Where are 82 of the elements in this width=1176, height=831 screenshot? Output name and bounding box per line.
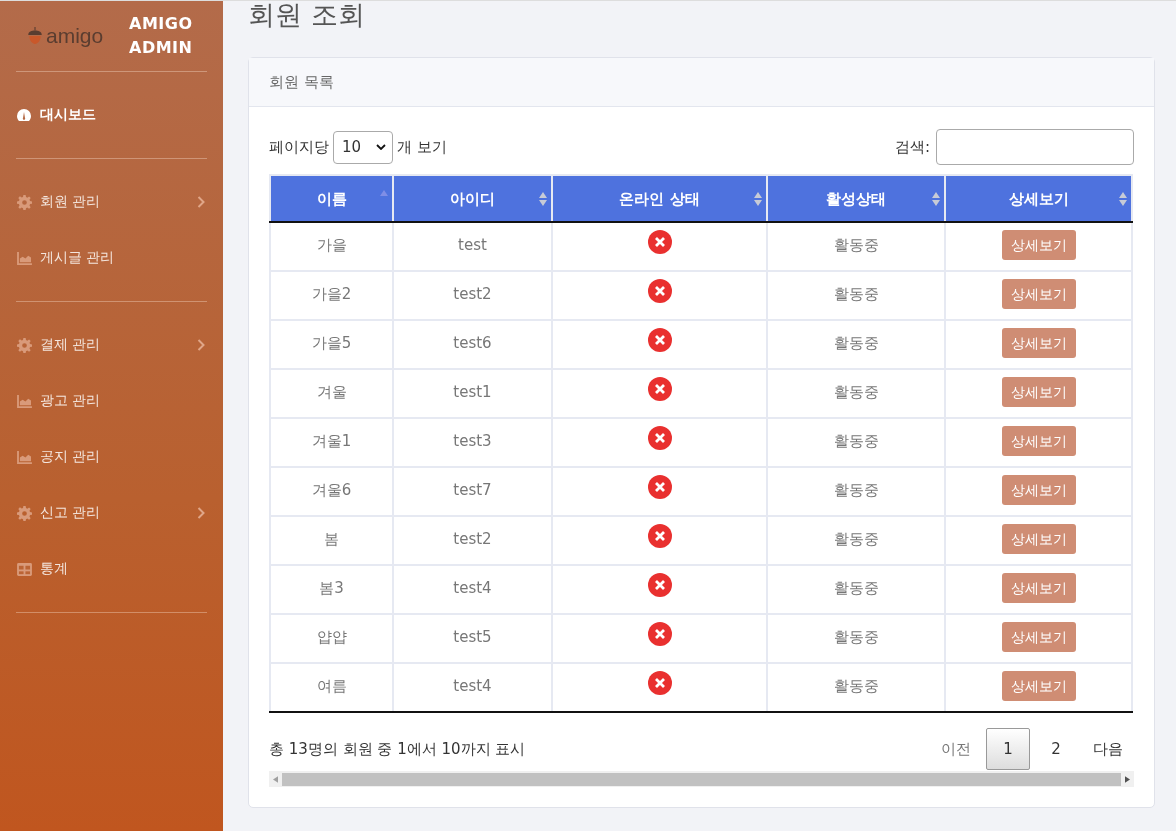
page-button[interactable]: 1: [986, 728, 1030, 770]
sidebar-item[interactable]: 공지 관리: [16, 429, 207, 485]
area-chart-icon: [16, 251, 32, 265]
area-chart-icon: [16, 450, 32, 464]
table-cell: 활동중: [767, 271, 945, 320]
detail-button[interactable]: 상세보기: [1001, 474, 1076, 505]
column-header[interactable]: 이름: [270, 175, 393, 222]
chevron-right-icon: [197, 196, 205, 208]
detail-button[interactable]: 상세보기: [1001, 327, 1076, 358]
table-cell: 가을5: [270, 320, 393, 369]
table-cell: 여름: [270, 663, 393, 712]
table-cell: 활동중: [767, 320, 945, 369]
table-icon: [16, 562, 32, 576]
page-size-select[interactable]: 10: [333, 130, 393, 164]
sidebar-item[interactable]: 광고 관리: [16, 373, 207, 429]
table-cell: test: [393, 222, 552, 271]
table-cell: test2: [393, 271, 552, 320]
table-cell: 활동중: [767, 663, 945, 712]
table-info: 총 13명의 회원 중 1에서 10까지 표시: [269, 739, 526, 759]
sidebar-item[interactable]: 회원 관리: [16, 174, 207, 230]
table-cell: 활동중: [767, 369, 945, 418]
column-header[interactable]: 상세보기: [945, 175, 1132, 222]
card-title: 회원 목록: [249, 58, 1154, 107]
brand-title: AMIGO ADMIN: [129, 13, 191, 59]
detail-button[interactable]: 상세보기: [1001, 572, 1076, 603]
detail-button[interactable]: 상세보기: [1001, 670, 1076, 701]
chevron-right-icon: [197, 507, 205, 519]
scrollbar-thumb[interactable]: [282, 772, 1121, 786]
gear-icon: [16, 337, 32, 353]
search-label: 검색:: [894, 137, 930, 157]
table-cell: 활동중: [767, 222, 945, 271]
gear-icon: [16, 505, 32, 521]
sidebar-item[interactable]: 통계: [16, 541, 207, 597]
chevron-right-icon: [197, 339, 205, 351]
gear-icon: [16, 194, 32, 210]
table-cell: 활동중: [767, 418, 945, 467]
detail-button[interactable]: 상세보기: [1001, 229, 1076, 260]
area-chart-icon: [16, 394, 32, 408]
column-header[interactable]: 온라인 상태: [552, 175, 767, 222]
search-field[interactable]: [936, 129, 1134, 165]
detail-button[interactable]: 상세보기: [1001, 425, 1076, 456]
detail-button[interactable]: 상세보기: [1001, 621, 1076, 652]
table-cell: 겨울: [270, 369, 393, 418]
table-cell: test3: [393, 418, 552, 467]
table-cell: 겨울6: [270, 467, 393, 516]
sidebar-item[interactable]: 대시보드: [16, 87, 207, 143]
table-cell: 봄: [270, 516, 393, 565]
table-cell: 활동중: [767, 516, 945, 565]
detail-button[interactable]: 상세보기: [1001, 278, 1076, 309]
table-cell: 봄3: [270, 565, 393, 614]
table-cell: 겨울1: [270, 418, 393, 467]
table-cell: test6: [393, 320, 552, 369]
page-title: 회원 조회: [248, 0, 366, 32]
horizontal-scrollbar[interactable]: [269, 771, 1134, 787]
table-cell: test5: [393, 614, 552, 663]
table-cell: 활동중: [767, 614, 945, 663]
table-cell: 얍얍: [270, 614, 393, 663]
table-cell: 가을: [270, 222, 393, 271]
caret-icon: [376, 144, 386, 150]
table-cell: test7: [393, 467, 552, 516]
sidebar-item[interactable]: 신고 관리: [16, 485, 207, 541]
table-cell: test2: [393, 516, 552, 565]
table-cell: 활동중: [767, 565, 945, 614]
next-page-button[interactable]: 다음: [1082, 728, 1134, 770]
gauge-icon: [16, 108, 32, 122]
column-header[interactable]: 아이디: [393, 175, 552, 222]
amigo-logo: amigo: [26, 24, 104, 48]
page-button[interactable]: 2: [1034, 728, 1078, 770]
sidebar-item[interactable]: 결제 관리: [16, 317, 207, 373]
table-cell: test1: [393, 369, 552, 418]
table-cell: test4: [393, 663, 552, 712]
length-label: 페이지당: [269, 137, 329, 157]
scroll-right-icon[interactable]: [1125, 775, 1130, 783]
length-label: 개 보기: [397, 137, 447, 157]
column-header[interactable]: 활성상태: [767, 175, 945, 222]
detail-button[interactable]: 상세보기: [1001, 523, 1076, 554]
table-cell: 활동중: [767, 467, 945, 516]
scroll-left-icon[interactable]: [273, 775, 278, 783]
table-cell: test4: [393, 565, 552, 614]
detail-button[interactable]: 상세보기: [1001, 376, 1076, 407]
sidebar-item[interactable]: 게시글 관리: [16, 230, 207, 286]
table-cell: 가을2: [270, 271, 393, 320]
